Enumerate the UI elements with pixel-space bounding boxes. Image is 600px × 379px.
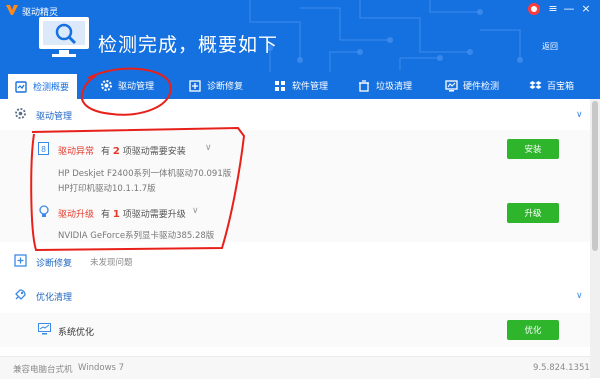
section-optimize-cleanup[interactable]: 优化清理 ∨ xyxy=(0,283,590,309)
optimize-button[interactable]: 优化 xyxy=(507,320,559,340)
abnormal-count: 2 xyxy=(112,146,120,157)
home-icon xyxy=(14,80,28,94)
tab-driver-management[interactable]: 驱动管理 xyxy=(99,72,154,99)
driver-item: HP打印机驱动10.1.1.7版 xyxy=(58,184,156,194)
tab-junk-cleanup[interactable]: 垃圾清理 xyxy=(357,72,412,99)
repair-icon xyxy=(188,79,202,93)
scrollbar-thumb[interactable] xyxy=(592,101,598,251)
hardware-icon xyxy=(444,79,458,93)
chevron-down-icon[interactable]: ∨ xyxy=(576,110,583,120)
trash-icon xyxy=(357,79,371,93)
install-button[interactable]: 安装 xyxy=(507,139,559,159)
svg-text:8: 8 xyxy=(41,145,46,154)
tab-label: 垃圾清理 xyxy=(376,82,413,92)
dropbox-icon xyxy=(528,79,542,93)
section-diagnose-repair[interactable]: 诊断修复 未发现问题 xyxy=(0,249,590,275)
optimize-panel: 系统优化 优化 xyxy=(0,313,590,347)
system-optimize-label: 系统优化 xyxy=(58,328,95,338)
menu-icon[interactable]: ≡ xyxy=(546,3,560,15)
upgrade-count: 1 xyxy=(112,209,120,220)
abnormal-label: 驱动异常 xyxy=(58,147,95,157)
rocket-icon xyxy=(14,288,27,304)
gear-icon xyxy=(99,79,113,93)
section-title: 驱动管理 xyxy=(36,111,73,122)
minimize-button[interactable]: — xyxy=(562,3,576,15)
tab-label: 驱动管理 xyxy=(118,82,155,92)
driver-item: NVIDIA GeForce系列显卡驱动385.28版 xyxy=(58,231,215,241)
gear-icon xyxy=(14,107,27,123)
tab-overview[interactable]: 检测概要 xyxy=(8,74,78,99)
monitor-scan-icon xyxy=(39,17,89,57)
repair-icon xyxy=(14,254,27,270)
driver-issues-panel: 8 驱动异常 有 2 项驱动需要安装 ∨ HP Deskjet F2400系列一… xyxy=(0,130,590,242)
diagnose-status: 未发现问题 xyxy=(90,258,133,268)
header-banner: 驱动精灵 ≡ — × 检测完成，概要如下 返回 xyxy=(0,0,600,72)
chevron-down-icon[interactable]: ∨ xyxy=(192,206,199,216)
chevron-down-icon[interactable]: ∨ xyxy=(205,143,212,153)
driver-item: HP Deskjet F2400系列一体机驱动70.091版 xyxy=(58,169,232,179)
section-driver-management[interactable]: 驱动管理 ∨ xyxy=(0,102,590,128)
section-title: 优化清理 xyxy=(36,292,73,303)
tab-hardware-detect[interactable]: 硬件检测 xyxy=(444,72,499,99)
tab-label: 软件管理 xyxy=(292,82,329,92)
tab-toolbox[interactable]: 百宝箱 xyxy=(528,72,574,99)
status-footer: 兼容电脑台式机 Windows 7 9.5.824.1351 xyxy=(0,356,590,379)
main-tabbar: 检测概要 驱动管理 诊断修复 软件管理 垃圾清理 硬件检测 百宝箱 xyxy=(0,72,600,99)
upgrade-label: 驱动升级 xyxy=(58,210,95,220)
abnormal-description: 有 2 项驱动需要安装 xyxy=(101,146,186,157)
tab-diagnose-repair[interactable]: 诊断修复 xyxy=(188,72,243,99)
circuit-background-graphic xyxy=(249,0,523,72)
lightbulb-icon xyxy=(39,205,49,222)
upgrade-button[interactable]: 升级 xyxy=(507,203,559,223)
tab-label: 检测概要 xyxy=(33,83,70,93)
os-version: Windows 7 xyxy=(78,363,125,373)
back-link[interactable]: 返回 xyxy=(542,41,558,52)
driver-card-icon: 8 xyxy=(38,142,49,158)
scan-result-title: 检测完成，概要如下 xyxy=(98,34,279,56)
notification-icon[interactable] xyxy=(528,3,540,15)
section-title: 诊断修复 xyxy=(36,258,73,269)
tab-software-management[interactable]: 软件管理 xyxy=(273,72,328,99)
tab-label: 诊断修复 xyxy=(207,82,244,92)
tab-label: 百宝箱 xyxy=(547,82,575,92)
machine-type: 兼容电脑台式机 xyxy=(13,365,73,375)
close-button[interactable]: × xyxy=(579,3,593,15)
upgrade-description: 有 1 项驱动需要升级 xyxy=(101,209,186,220)
app-version: 9.5.824.1351 xyxy=(533,363,590,373)
software-icon xyxy=(273,79,287,93)
app-logo-icon xyxy=(6,5,18,15)
system-optimize-icon xyxy=(38,323,51,338)
tab-label: 硬件检测 xyxy=(463,82,500,92)
chevron-down-icon[interactable]: ∨ xyxy=(576,291,583,301)
